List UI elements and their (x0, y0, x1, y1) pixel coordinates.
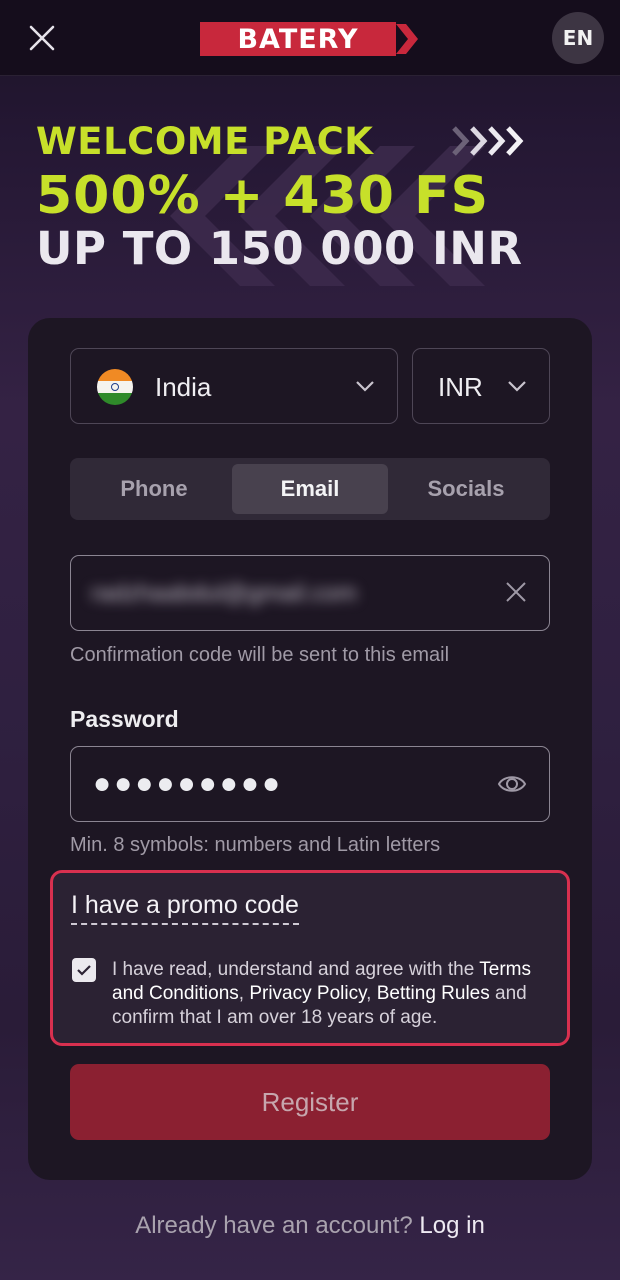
clear-icon[interactable] (505, 581, 527, 603)
login-question: Already have an account? (135, 1212, 413, 1239)
password-value: ●●●●●●●●● (93, 767, 284, 800)
chevron-down-icon (508, 381, 526, 392)
eye-icon[interactable] (497, 771, 527, 797)
password-hint: Min. 8 symbols: numbers and Latin letter… (70, 834, 441, 856)
logo-arrow-icon (396, 24, 418, 54)
password-label: Password (70, 706, 179, 732)
login-link[interactable]: Log in (419, 1212, 484, 1239)
country-label: India (155, 372, 212, 402)
close-icon (29, 25, 55, 51)
email-field[interactable]: radzhaabdul@gmail.com (70, 555, 550, 631)
password-field[interactable]: ●●●●●●●●● (70, 746, 550, 822)
signup-method-tabs: Phone Email Socials (70, 458, 550, 520)
betting-rules-link[interactable]: Betting Rules (377, 983, 490, 1004)
country-select[interactable]: India (70, 348, 398, 424)
banner-amount: UP TO 150 000 INR (36, 222, 523, 275)
email-hint: Confirmation code will be sent to this e… (70, 644, 450, 666)
currency-select[interactable]: INR (412, 348, 550, 424)
chevron-down-icon (356, 381, 374, 392)
registration-card: India INR Phone Email Socials radzhaabdu… (28, 318, 592, 1180)
india-flag-icon (97, 369, 133, 405)
privacy-policy-link[interactable]: Privacy Policy (249, 983, 366, 1004)
tab-phone[interactable]: Phone (76, 464, 232, 514)
language-button[interactable]: EN (552, 12, 604, 64)
checkmark-icon (77, 965, 91, 976)
promo-code-link[interactable]: I have a promo code (71, 891, 299, 925)
terms-agreement-text: I have read, understand and agree with t… (112, 958, 562, 1030)
register-button[interactable]: Register (70, 1064, 550, 1140)
welcome-banner: WELCOME PACK 500% + 430 FS UP TO 150 000… (0, 76, 620, 326)
tab-socials[interactable]: Socials (388, 464, 544, 514)
chevrons-right-icon (452, 126, 524, 156)
batery-logo[interactable]: BATERY (200, 22, 422, 56)
separator: , (238, 983, 250, 1004)
close-button[interactable] (22, 18, 62, 58)
separator: , (366, 983, 377, 1004)
banner-bonus: 500% + 430 FS (36, 166, 490, 226)
currency-label: INR (438, 372, 483, 402)
agree-pre-text: I have read, understand and agree with t… (112, 959, 480, 980)
email-value: radzhaabdul@gmail.com (91, 580, 357, 607)
top-bar: BATERY EN (0, 0, 620, 76)
login-prompt: Already have an account? Log in (0, 1212, 620, 1240)
banner-title: WELCOME PACK (36, 120, 374, 163)
terms-checkbox[interactable] (72, 958, 96, 982)
tab-email[interactable]: Email (232, 464, 388, 514)
promo-and-terms-section: I have a promo code I have read, underst… (50, 870, 570, 1046)
logo-text: BATERY (200, 22, 396, 56)
